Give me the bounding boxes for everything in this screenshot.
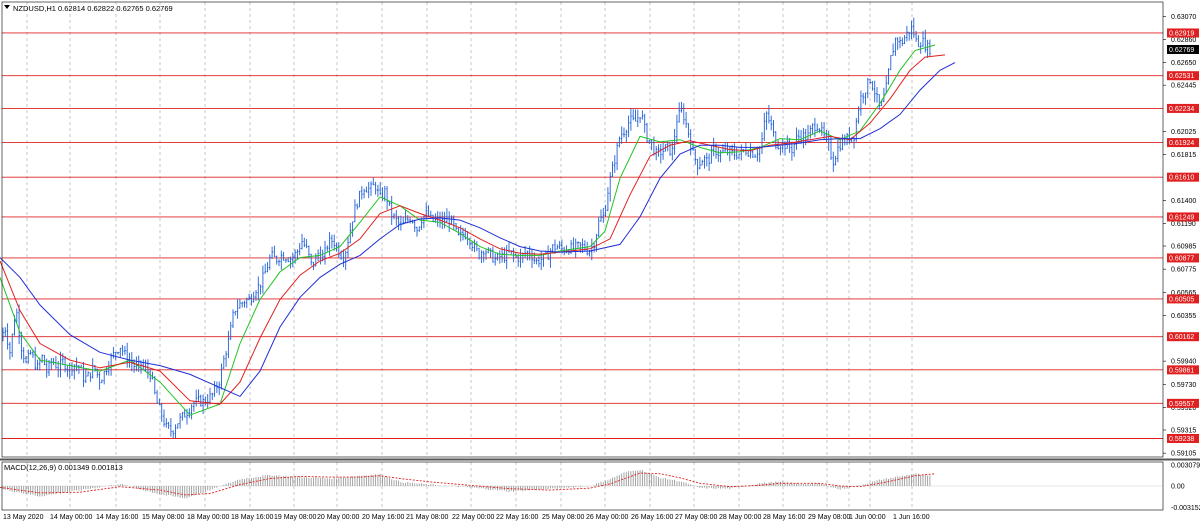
x-tick-label: 15 May 08:00: [142, 514, 185, 521]
x-tick-label: 21 May 08:00: [406, 514, 449, 521]
x-tick-label: 26 May 00:00: [586, 514, 629, 521]
x-tick-label: 18 May 16:00: [231, 514, 274, 521]
x-tick-label: 27 May 08:00: [675, 514, 718, 521]
y-tick-label: 0.60775: [1171, 267, 1196, 274]
level-price-label: 0.61610: [1169, 175, 1194, 182]
level-price-label: 0.60877: [1169, 255, 1194, 262]
y-tick-label: 0.63070: [1171, 14, 1196, 21]
x-tick-label: 14 May 16:00: [96, 514, 139, 521]
level-price-label: 0.59238: [1169, 436, 1194, 443]
x-tick-label: 1 Jun 16:00: [893, 514, 930, 521]
x-tick-label: 22 May 16:00: [496, 514, 539, 521]
x-tick-label: 26 May 16:00: [631, 514, 674, 521]
x-tick-label: 20 May 16:00: [362, 514, 405, 521]
y-tick-label: 0.62650: [1171, 60, 1196, 67]
ohlc-label: 0.62814 0.62822 0.62765 0.62769: [58, 4, 173, 13]
level-price-label: 0.60505: [1169, 296, 1194, 303]
x-tick-label: 14 May 00:00: [50, 514, 93, 521]
x-tick-label: 18 May 00:00: [187, 514, 230, 521]
y-tick-label: 0.59730: [1171, 382, 1196, 389]
y-tick-label: 0.60985: [1171, 244, 1196, 251]
level-price-label: 0.59557: [1169, 401, 1194, 408]
x-tick-label: 25 May 08:00: [542, 514, 585, 521]
macd-y-tick-label: 0.003079: [1171, 462, 1200, 469]
level-price-label: 0.61924: [1169, 140, 1194, 147]
macd-y-tick-label: 0.00: [1171, 484, 1185, 491]
y-tick-label: 0.62445: [1171, 83, 1196, 90]
y-tick-label: 0.62860: [1171, 37, 1196, 44]
macd-y-tick-label: -0.003152: [1171, 505, 1200, 512]
x-tick-label: 28 May 00:00: [719, 514, 762, 521]
current-price-label: 0.62769: [1169, 47, 1194, 54]
y-tick-label: 0.61190: [1171, 221, 1196, 228]
level-price-label: 0.60162: [1169, 334, 1194, 341]
level-price-label: 0.59861: [1169, 367, 1194, 374]
x-tick-label: 1 Jun 00:00: [849, 514, 886, 521]
x-tick-label: 19 May 08:00: [274, 514, 317, 521]
x-tick-label: 28 May 16:00: [763, 514, 806, 521]
nzdusd-chart[interactable]: 13 May 2020 14 May 00:00 14 May 16:00 15 Ma…: [0, 0, 1200, 525]
y-tick-label: 0.59940: [1171, 359, 1196, 366]
x-tick-label: 29 May 08:00: [808, 514, 851, 521]
chart-header: NZDUSD,H1 0.62814 0.62822 0.62765 0.6276…: [4, 4, 173, 13]
y-tick-label: 0.61815: [1171, 152, 1196, 159]
x-tick-label: 13 May 2020: [3, 514, 44, 521]
x-tick-label: 20 May 00:00: [317, 514, 360, 521]
x-tick-label: 22 May 00:00: [452, 514, 495, 521]
y-tick-label: 0.60355: [1171, 313, 1196, 320]
y-tick-label: 0.61400: [1171, 198, 1196, 205]
y-tick-label: 0.62025: [1171, 129, 1196, 136]
symbol-label: NZDUSD,H1: [13, 4, 56, 13]
y-tick-label: 0.59105: [1171, 451, 1196, 458]
level-price-label: 0.62234: [1169, 106, 1194, 113]
level-price-label: 0.62531: [1169, 73, 1194, 80]
macd-label: MACD(12,26,9) 0.001349 0.001813: [4, 463, 123, 472]
y-tick-label: 0.59315: [1171, 428, 1196, 435]
level-price-label: 0.61249: [1169, 214, 1194, 221]
level-price-label: 0.62919: [1169, 30, 1194, 37]
